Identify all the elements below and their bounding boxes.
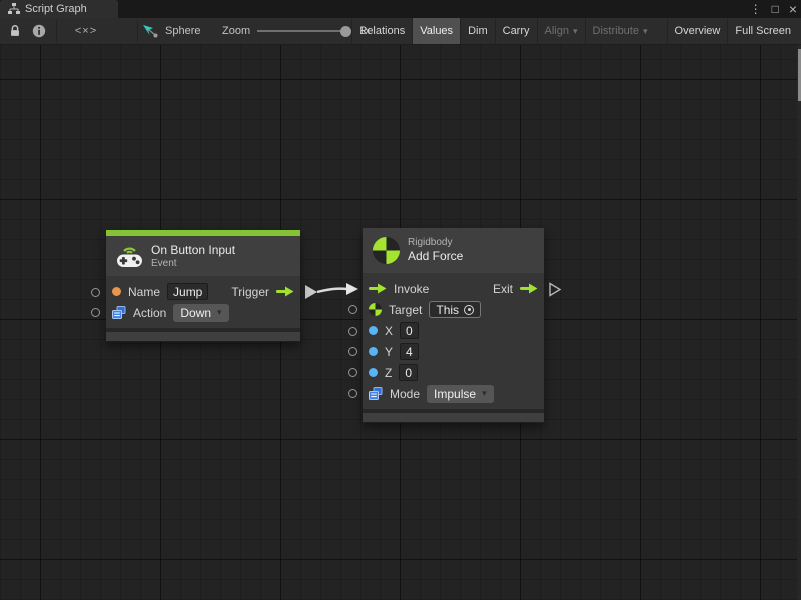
float-port-icon bbox=[369, 347, 378, 356]
exit-label: Exit bbox=[493, 282, 513, 296]
action-port[interactable] bbox=[91, 308, 100, 317]
chevron-down-icon: ▾ bbox=[217, 307, 222, 318]
port-row-invoke: Invoke Exit bbox=[363, 278, 544, 299]
distribute-button[interactable]: Distribute ▾ bbox=[585, 18, 655, 44]
code-icon: <×> bbox=[75, 25, 97, 37]
y-input[interactable]: 4 bbox=[400, 343, 419, 360]
z-port[interactable] bbox=[348, 368, 357, 377]
info-icon bbox=[32, 24, 46, 38]
zoom-slider-handle[interactable] bbox=[340, 26, 351, 37]
flow-in-arrow-icon[interactable] bbox=[369, 283, 387, 294]
graph-pointer-icon bbox=[142, 24, 159, 39]
tab-title: Script Graph bbox=[25, 3, 87, 15]
graph-icon bbox=[8, 3, 20, 15]
values-button[interactable]: Values bbox=[412, 18, 460, 44]
fullscreen-button[interactable]: Full Screen bbox=[727, 18, 798, 44]
node-supertitle: Rigidbody bbox=[408, 237, 463, 249]
object-picker-icon[interactable] bbox=[464, 305, 474, 315]
target-this-chip[interactable]: This bbox=[429, 301, 481, 318]
x-input[interactable]: 0 bbox=[400, 322, 419, 339]
toolbar: <×> Sphere Zoom 1x Relations Values bbox=[0, 18, 801, 45]
mode-port[interactable] bbox=[348, 389, 357, 398]
script-graph-window: Script Graph ⋮ □ × <×> bbox=[0, 0, 801, 600]
node-title: On Button Input bbox=[151, 243, 235, 258]
rigidbody-icon bbox=[373, 237, 400, 264]
trigger-output-triangle[interactable] bbox=[305, 285, 317, 299]
zoom-label: Zoom bbox=[222, 25, 250, 37]
action-dropdown[interactable]: Down ▾ bbox=[173, 304, 228, 322]
toolbar-button-group: Relations Values Dim Carry Align ▾ Distr… bbox=[351, 18, 798, 44]
port-row-z: Z 0 bbox=[363, 362, 544, 383]
gamepad-event-icon bbox=[116, 244, 143, 268]
toolbar-divider bbox=[137, 20, 138, 42]
node-header[interactable]: On Button Input Event bbox=[106, 236, 300, 276]
mode-dropdown[interactable]: Impulse ▾ bbox=[427, 385, 494, 403]
flow-out-arrow-icon[interactable] bbox=[520, 283, 538, 294]
node-header[interactable]: Rigidbody Add Force bbox=[363, 228, 544, 273]
flow-arrow-icon[interactable] bbox=[276, 286, 294, 297]
window-controls: ⋮ □ × bbox=[750, 0, 797, 18]
zoom-control: Zoom 1x bbox=[222, 18, 371, 44]
port-row-target: Target This bbox=[363, 299, 544, 320]
port-row-action: Action Down ▾ bbox=[106, 302, 300, 323]
relations-button[interactable]: Relations bbox=[351, 18, 412, 44]
maximize-icon[interactable]: □ bbox=[772, 0, 779, 18]
rigidbody-port-icon bbox=[369, 303, 382, 316]
tab-script-graph[interactable]: Script Graph bbox=[0, 0, 118, 18]
enum-port-icon bbox=[112, 306, 126, 319]
node-title: Add Force bbox=[408, 249, 463, 264]
titlebar: Script Graph ⋮ □ × bbox=[0, 0, 801, 18]
string-port-icon bbox=[112, 287, 121, 296]
port-row-name: Name Jump Trigger bbox=[106, 281, 300, 302]
port-row-mode: Mode Impulse ▾ bbox=[363, 383, 544, 404]
zoom-slider[interactable] bbox=[257, 25, 352, 37]
name-port[interactable] bbox=[91, 288, 100, 297]
port-row-x: X 0 bbox=[363, 320, 544, 341]
node-on-button-input[interactable]: On Button Input Event Name Jump Trigger bbox=[106, 230, 300, 342]
toolbar-divider bbox=[56, 20, 57, 42]
node-footer bbox=[106, 332, 300, 342]
port-row-y: Y 4 bbox=[363, 341, 544, 362]
lock-button[interactable] bbox=[4, 18, 26, 44]
info-button[interactable] bbox=[28, 18, 50, 44]
float-port-icon bbox=[369, 326, 378, 335]
x-port[interactable] bbox=[348, 327, 357, 336]
node-add-force[interactable]: Rigidbody Add Force Invoke Exit bbox=[363, 228, 544, 423]
exit-output-triangle[interactable] bbox=[548, 282, 562, 297]
chevron-down-icon: ▾ bbox=[482, 388, 487, 399]
chevron-down-icon: ▾ bbox=[573, 26, 578, 37]
graph-name: Sphere bbox=[165, 25, 200, 37]
graph-canvas[interactable]: On Button Input Event Name Jump Trigger bbox=[0, 45, 801, 600]
z-input[interactable]: 0 bbox=[399, 364, 418, 381]
graph-breadcrumb[interactable]: Sphere bbox=[142, 18, 200, 44]
wire-arrowhead-icon bbox=[346, 283, 358, 295]
node-subtitle: Event bbox=[151, 258, 235, 270]
trigger-label: Trigger bbox=[231, 285, 269, 299]
node-body: Name Jump Trigger bbox=[106, 276, 300, 328]
y-port[interactable] bbox=[348, 347, 357, 356]
name-input[interactable]: Jump bbox=[167, 283, 208, 300]
carry-button[interactable]: Carry bbox=[495, 18, 537, 44]
window-menu-icon[interactable]: ⋮ bbox=[750, 0, 762, 18]
zoom-slider-track bbox=[257, 30, 352, 32]
dim-button[interactable]: Dim bbox=[460, 18, 495, 44]
lock-icon bbox=[8, 24, 22, 38]
enum-port-icon bbox=[369, 387, 383, 400]
float-port-icon bbox=[369, 368, 378, 377]
node-footer bbox=[363, 413, 544, 423]
node-body: Invoke Exit Target This bbox=[363, 273, 544, 409]
align-button[interactable]: Align ▾ bbox=[537, 18, 585, 44]
vertical-scrollbar[interactable] bbox=[797, 45, 801, 600]
close-icon[interactable]: × bbox=[789, 0, 797, 18]
chevron-down-icon: ▾ bbox=[643, 26, 648, 37]
target-port[interactable] bbox=[348, 305, 357, 314]
code-view-button[interactable]: <×> bbox=[62, 18, 110, 44]
overview-button[interactable]: Overview bbox=[667, 18, 728, 44]
